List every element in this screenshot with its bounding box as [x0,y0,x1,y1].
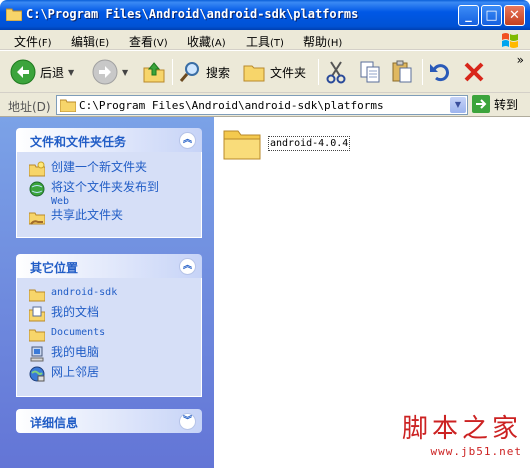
my-documents-icon [29,306,45,322]
back-button[interactable]: 后退 ▼ [10,57,74,87]
toolbar: 后退 ▼ ▼ 搜索 文件夹 » [0,51,530,93]
folders-button[interactable]: 文件夹 [242,57,306,87]
watermark: 脚本之家 www.jb51.net [402,408,522,458]
place-my-documents[interactable]: 我的文档 [29,306,99,322]
delete-button[interactable] [462,57,486,87]
go-button[interactable]: 转到 [472,95,518,113]
paste-button[interactable] [390,57,414,87]
undo-button[interactable] [428,57,452,87]
toolbar-separator [172,59,173,85]
folder-icon [6,8,22,21]
toolbar-separator [318,59,319,85]
paste-icon [392,60,412,83]
back-dropdown-icon[interactable]: ▼ [68,68,74,77]
address-bar: 地址(D) C:\Program Files\Android\android-s… [0,93,530,117]
close-button[interactable]: ✕ [504,5,525,26]
search-icon [179,62,199,82]
folder-icon [29,329,45,342]
panel-header[interactable]: 详细信息 ︾ [16,409,202,433]
task-publish-web[interactable]: 将这个文件夹发布到 Web [29,181,159,208]
minimize-button[interactable]: _ [458,5,479,26]
windows-logo-icon [502,33,518,48]
toolbar-separator [422,59,423,85]
menu-tools[interactable]: 工具(T) [246,33,284,50]
delete-x-icon [464,62,484,82]
menu-help[interactable]: 帮助(H) [303,33,342,50]
address-input[interactable]: C:\Program Files\Android\android-sdk\pla… [56,95,468,115]
search-button[interactable]: 搜索 [178,57,230,87]
up-folder-button[interactable] [142,57,166,87]
panel-header[interactable]: 文件和文件夹任务 ︽ [16,128,202,152]
maximize-button[interactable]: □ [481,5,502,26]
title-bar[interactable]: C:\Program Files\Android\android-sdk\pla… [0,0,530,30]
menu-file[interactable]: 文件(F) [14,33,52,50]
watermark-text: 脚本之家 [401,414,522,444]
folders-icon [243,65,265,82]
my-computer-icon [30,346,44,362]
menu-view[interactable]: 查看(V) [129,33,168,50]
menu-bar: 文件(F) 编辑(E) 查看(V) 收藏(A) 工具(T) 帮助(H) [0,30,530,50]
copy-button[interactable] [358,57,382,87]
other-places-panel: 其它位置 ︽ android-sdk 我的文档 Documents 我的电脑 网… [16,254,202,397]
network-icon [29,366,45,382]
address-label: 地址(D) [8,100,51,114]
window-title: C:\Program Files\Android\android-sdk\pla… [26,7,359,21]
forward-arrow-icon [92,59,118,85]
folder-icon [29,289,45,302]
forward-dropdown-icon[interactable]: ▼ [122,68,128,77]
file-list-view[interactable]: android-4.0.4 脚本之家 www.jb51.net [214,117,530,468]
menu-edit[interactable]: 编辑(E) [71,33,109,50]
place-network[interactable]: 网上邻居 [29,366,99,382]
place-documents[interactable]: Documents [29,326,105,342]
folder-icon [60,99,76,112]
new-folder-icon [29,161,45,177]
task-new-folder[interactable]: 创建一个新文件夹 [29,161,147,177]
copy-icon [360,61,380,83]
address-value: C:\Program Files\Android\android-sdk\pla… [79,99,384,112]
collapse-chevron-icon[interactable]: ︽ [179,132,196,149]
address-dropdown-button[interactable]: ▼ [450,97,466,113]
cut-button[interactable] [324,57,348,87]
toolbar-overflow-chevron[interactable]: » [517,53,524,67]
scissors-icon [326,61,346,84]
task-share-folder[interactable]: 共享此文件夹 [29,209,123,225]
up-folder-icon [143,62,165,83]
forward-button[interactable]: ▼ [92,57,128,87]
panel-header[interactable]: 其它位置 ︽ [16,254,202,278]
menu-favorites[interactable]: 收藏(A) [187,33,226,50]
undo-icon [430,64,449,82]
place-android-sdk[interactable]: android-sdk [29,286,117,302]
details-panel: 详细信息 ︾ [16,409,202,433]
go-arrow-icon [472,95,490,113]
file-folder-tasks-panel: 文件和文件夹任务 ︽ 创建一个新文件夹 将这个文件夹发布到 Web 共享此文件夹 [16,128,202,238]
large-folder-icon [223,130,261,160]
collapse-chevron-icon[interactable]: ︽ [179,258,196,275]
publish-web-icon [29,181,45,197]
expand-chevron-icon[interactable]: ︾ [179,413,196,430]
share-folder-icon [29,212,45,225]
watermark-url: www.jb51.net [430,445,522,458]
file-item-folder[interactable]: android-4.0.4 [222,125,351,161]
back-arrow-icon [10,59,36,85]
file-name: android-4.0.4 [268,135,351,151]
task-pane: 文件和文件夹任务 ︽ 创建一个新文件夹 将这个文件夹发布到 Web 共享此文件夹… [0,117,214,468]
place-my-computer[interactable]: 我的电脑 [29,346,99,362]
